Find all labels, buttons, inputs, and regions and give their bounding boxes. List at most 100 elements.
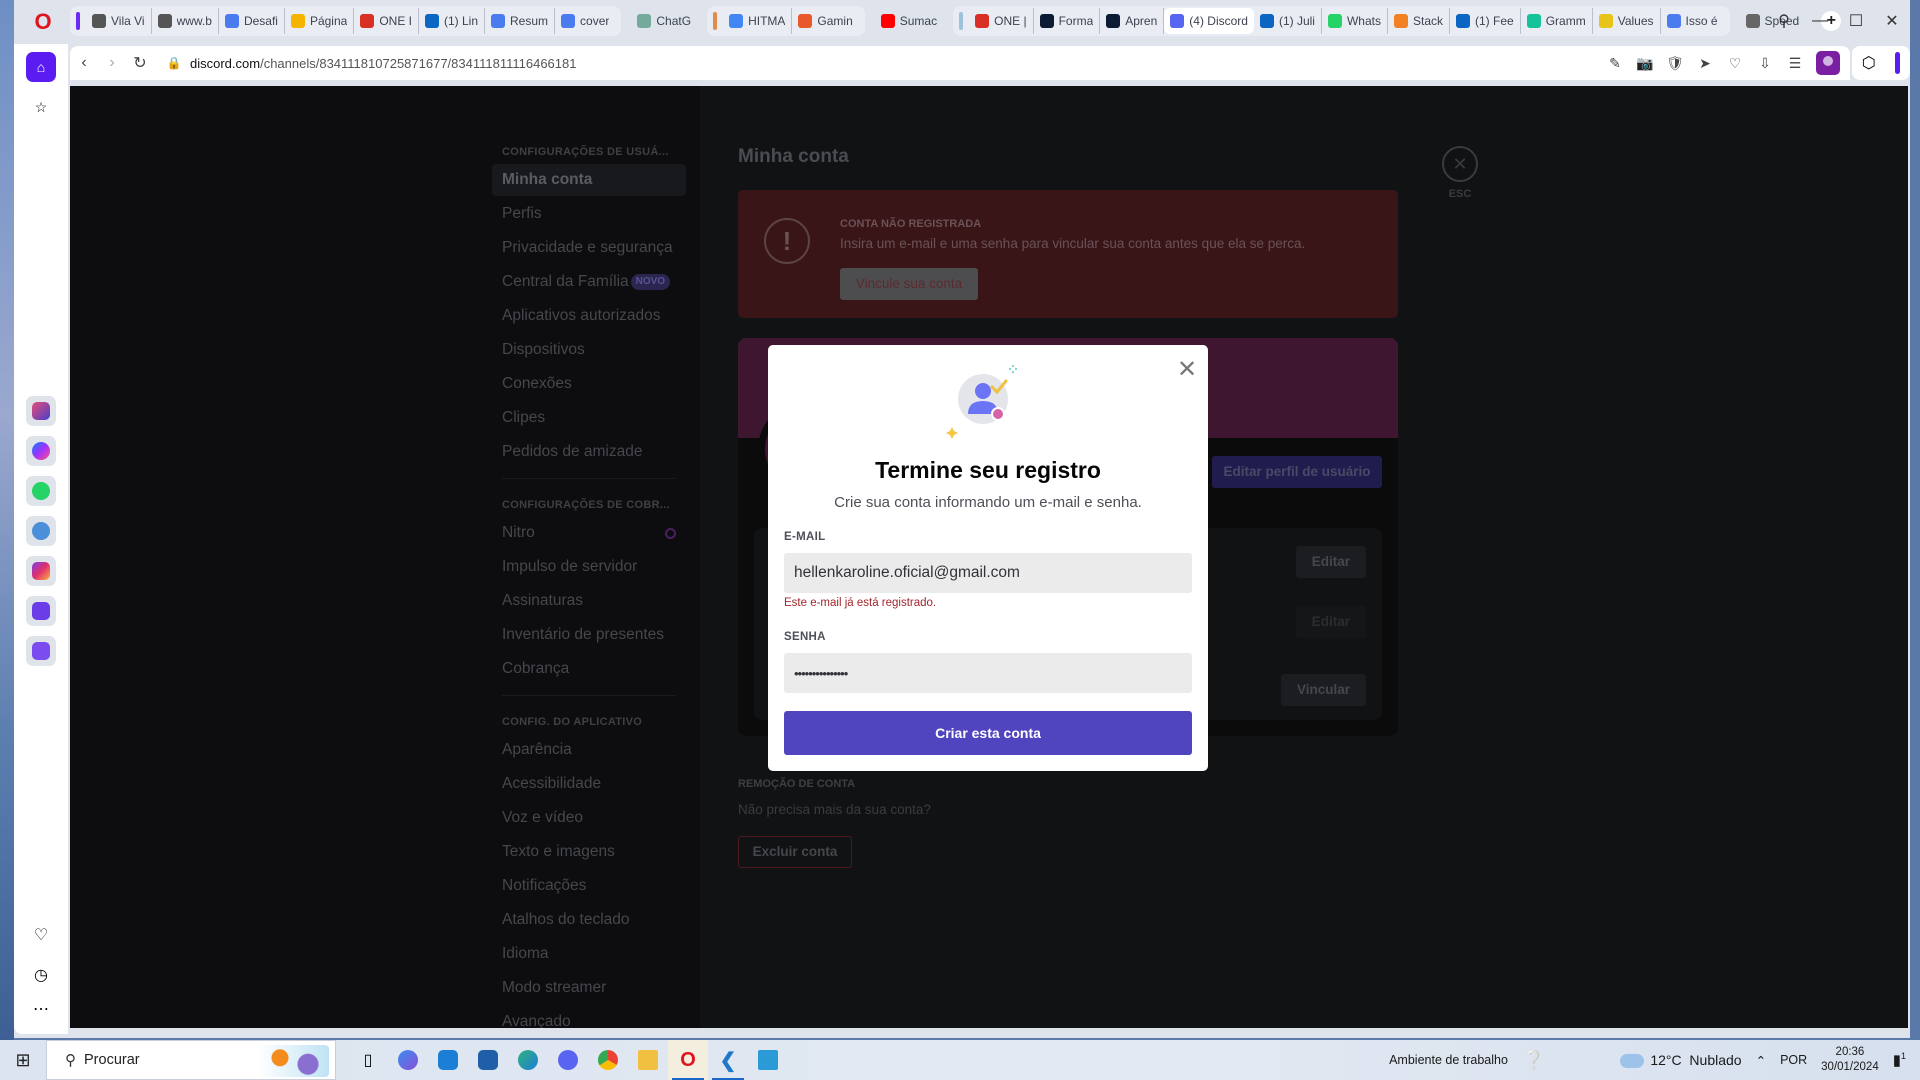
instagram-icon[interactable] bbox=[26, 556, 56, 586]
notifications-icon[interactable]: ▮1 bbox=[1893, 1051, 1906, 1069]
clock[interactable]: 20:36 30/01/2024 bbox=[1821, 1045, 1879, 1075]
sidebar-item[interactable]: Acessibilidade bbox=[492, 768, 686, 800]
sidebar-item[interactable]: Idioma bbox=[492, 938, 686, 970]
sidebar-item[interactable]: Assinaturas bbox=[492, 585, 686, 617]
browser-tab[interactable]: Isso é bbox=[1661, 8, 1724, 34]
tab-group-marker[interactable] bbox=[713, 12, 718, 30]
more-icon[interactable]: ⋯ bbox=[26, 994, 56, 1024]
link-account-button[interactable]: Vincule sua conta bbox=[840, 268, 978, 300]
shield-icon[interactable]: 🛡 bbox=[1666, 55, 1684, 72]
chrome-icon[interactable] bbox=[588, 1040, 628, 1080]
help-icon[interactable]: ❔ bbox=[1522, 1050, 1544, 1071]
extensions-cube-icon[interactable]: ⬡ bbox=[1862, 53, 1876, 73]
close-window-button[interactable]: ✕ bbox=[1874, 11, 1910, 31]
browser-tab[interactable]: www.b bbox=[152, 8, 219, 34]
copilot-icon[interactable] bbox=[388, 1040, 428, 1080]
whatsapp-icon[interactable] bbox=[26, 476, 56, 506]
task-view-icon[interactable]: ▯ bbox=[348, 1040, 388, 1080]
close-settings[interactable]: ✕ ESC bbox=[1440, 146, 1480, 200]
mail-icon[interactable] bbox=[428, 1040, 468, 1080]
browser-tab[interactable]: Forma bbox=[1034, 8, 1101, 34]
microsoft-store-icon[interactable] bbox=[468, 1040, 508, 1080]
star-icon[interactable]: ☆ bbox=[26, 92, 56, 122]
browser-tab[interactable]: (1) Fee bbox=[1450, 8, 1521, 34]
sidebar-item[interactable]: Privacidade e segurança bbox=[492, 232, 686, 264]
sidebar-item[interactable]: Avançado bbox=[492, 1006, 686, 1028]
sidebar-item[interactable]: Cobrança bbox=[492, 653, 686, 685]
browser-tab[interactable]: Vila Vi bbox=[86, 8, 152, 34]
maximize-button[interactable]: ☐ bbox=[1838, 11, 1874, 31]
player-icon[interactable] bbox=[26, 636, 56, 666]
browser-tab[interactable]: (1) Juli bbox=[1254, 8, 1322, 34]
tab-group-marker[interactable] bbox=[76, 12, 80, 30]
taskbar-search[interactable]: ⚲ Procurar bbox=[46, 1040, 336, 1080]
browser-tab[interactable]: Whats bbox=[1322, 8, 1388, 34]
browser-tab[interactable]: Página bbox=[285, 8, 355, 34]
lock-icon[interactable]: 🔒 bbox=[164, 56, 184, 70]
browser-tab[interactable]: cover bbox=[555, 8, 615, 34]
messenger-icon[interactable] bbox=[26, 436, 56, 466]
browser-tab[interactable]: ONE I bbox=[354, 8, 419, 34]
browser-tab[interactable]: Gamin bbox=[792, 8, 858, 34]
download-icon[interactable]: ⇩ bbox=[1756, 55, 1774, 72]
edit-username-button[interactable]: Editar bbox=[1295, 546, 1366, 578]
opera-logo-icon[interactable]: O bbox=[32, 10, 54, 34]
easy-setup-icon[interactable]: ☰ bbox=[1786, 55, 1804, 72]
sidebar-item[interactable]: Dispositivos bbox=[492, 334, 686, 366]
heart-icon[interactable]: ♡ bbox=[26, 920, 56, 950]
browser-tab[interactable]: Desafi bbox=[219, 8, 285, 34]
edit-user-profile-button[interactable]: Editar perfil de usuário bbox=[1212, 456, 1382, 488]
back-button[interactable]: ‹ bbox=[70, 54, 98, 72]
music-player-icon[interactable] bbox=[26, 596, 56, 626]
sidebar-item[interactable]: Aplicativos autorizados bbox=[492, 300, 686, 332]
weather-widget[interactable]: 12°C Nublado bbox=[1620, 1052, 1742, 1069]
sidebar-item[interactable]: Conexões bbox=[492, 368, 686, 400]
app-icon[interactable] bbox=[748, 1040, 788, 1080]
browser-tab[interactable]: ChatG bbox=[631, 8, 697, 34]
sidebar-toggle[interactable] bbox=[1895, 52, 1901, 74]
sidebar-item[interactable]: Notificações bbox=[492, 870, 686, 902]
password-field[interactable] bbox=[784, 653, 1192, 693]
create-account-button[interactable]: Criar esta conta bbox=[784, 711, 1192, 755]
home-icon[interactable]: ⌂ bbox=[26, 52, 56, 82]
browser-tab[interactable]: HITMA bbox=[723, 8, 793, 34]
close-icon[interactable]: ✕ bbox=[1442, 146, 1478, 182]
heart-icon[interactable]: ♡ bbox=[1726, 55, 1744, 72]
history-clock-icon[interactable]: ◷ bbox=[26, 960, 56, 990]
browser-tab[interactable]: ONE | bbox=[969, 8, 1034, 34]
profile-avatar-button[interactable] bbox=[1816, 51, 1840, 75]
sidebar-item[interactable]: Atalhos do teclado bbox=[492, 904, 686, 936]
telegram-icon[interactable] bbox=[26, 516, 56, 546]
file-explorer-icon[interactable] bbox=[628, 1040, 668, 1080]
link-phone-button[interactable]: Vincular bbox=[1280, 674, 1366, 706]
windows-start-icon[interactable]: ⊞ bbox=[0, 1050, 46, 1071]
browser-tab[interactable]: Gramm bbox=[1521, 8, 1593, 34]
sidebar-item[interactable]: Voz e vídeo bbox=[492, 802, 686, 834]
chevron-up-icon[interactable]: ⌃ bbox=[1756, 1053, 1766, 1068]
opera-taskbar-icon[interactable]: O bbox=[668, 1040, 708, 1080]
edit-email-button[interactable]: Editar bbox=[1295, 606, 1366, 638]
sidebar-item[interactable]: Perfis bbox=[492, 198, 686, 230]
delete-account-button[interactable]: Excluir conta bbox=[738, 836, 852, 868]
sidebar-item[interactable]: Modo streamer bbox=[492, 972, 686, 1004]
aria-app-icon[interactable] bbox=[26, 396, 56, 426]
sidebar-item[interactable]: Central da Família NOVO bbox=[492, 266, 686, 298]
sidebar-item[interactable]: Pedidos de amizade bbox=[492, 436, 686, 468]
browser-tab[interactable]: Values bbox=[1593, 8, 1661, 34]
browser-tab[interactable]: Sumac bbox=[875, 8, 943, 34]
edge-icon[interactable] bbox=[508, 1040, 548, 1080]
sidebar-item[interactable]: Nitro bbox=[492, 517, 686, 549]
sidebar-item[interactable]: Clipes bbox=[492, 402, 686, 434]
camera-icon[interactable]: 📷 bbox=[1636, 55, 1654, 72]
forward-button[interactable]: › bbox=[98, 54, 126, 72]
toolbar-label[interactable]: Ambiente de trabalho bbox=[1389, 1053, 1508, 1067]
browser-tab[interactable]: (4) Discord bbox=[1164, 8, 1254, 34]
sidebar-item[interactable]: Inventário de presentes bbox=[492, 619, 686, 651]
sidebar-item[interactable]: Texto e imagens bbox=[492, 836, 686, 868]
vscode-icon[interactable]: ❮ bbox=[708, 1040, 748, 1080]
browser-tab[interactable]: Stack bbox=[1388, 8, 1451, 34]
sidebar-item[interactable]: Impulso de servidor bbox=[492, 551, 686, 583]
modal-close-button[interactable]: ✕ bbox=[1176, 358, 1198, 382]
edit-icon[interactable]: ✎ bbox=[1606, 55, 1624, 72]
sidebar-item[interactable]: Minha conta bbox=[492, 164, 686, 196]
